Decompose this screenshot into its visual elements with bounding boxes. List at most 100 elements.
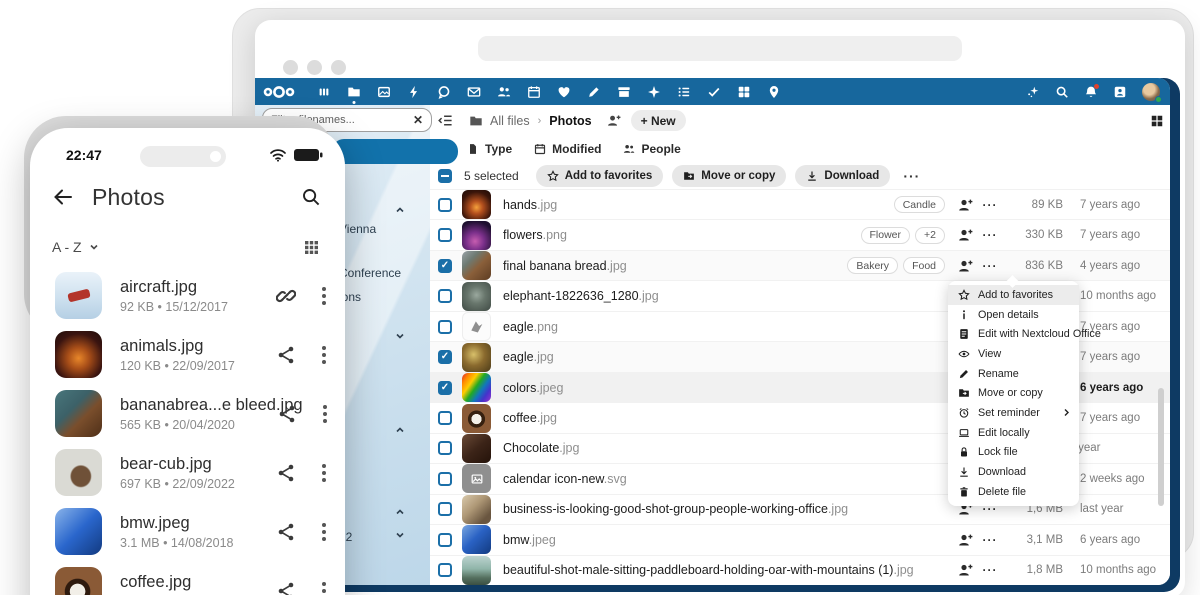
filter-type-chip[interactable]: Type (467, 142, 512, 156)
phone-file-row-bmw[interactable]: bmw.jpeg3.1 MB • 14/08/2018 (30, 502, 345, 561)
file-row-final-banana-bread[interactable]: final banana bread.jpg Bakery Food ··· 8… (430, 250, 1170, 280)
menu-item-add-to-favorites[interactable]: Add to favorites (948, 285, 1079, 305)
row-checkbox[interactable] (438, 289, 452, 303)
tag-chip[interactable]: Bakery (847, 257, 898, 274)
back-arrow-icon[interactable] (52, 186, 74, 208)
row-checkbox[interactable] (438, 320, 452, 334)
phone-file-row-bananabread[interactable]: bananabrea...e bleed.jpg565 KB • 20/04/2… (30, 384, 345, 443)
window-control-dot[interactable] (331, 60, 346, 75)
share-icon[interactable] (276, 581, 296, 595)
row-actions-menu-icon[interactable]: ··· (979, 563, 1001, 577)
select-all-checkbox[interactable] (438, 169, 452, 183)
share-icon[interactable] (277, 404, 297, 424)
phone-file-row-bear-cub[interactable]: bear-cub.jpg697 KB • 22/09/2022 (30, 443, 345, 502)
calendar-icon[interactable] (527, 85, 541, 99)
share-icon[interactable] (276, 522, 296, 542)
file-row-paddleboard[interactable]: beautiful-shot-male-sitting-paddleboard-… (430, 555, 1170, 585)
sort-dropdown[interactable]: A - Z (52, 239, 99, 255)
window-control-dot[interactable] (307, 60, 322, 75)
phone-file-row-animals[interactable]: animals.jpg120 KB • 22/09/2017 (30, 325, 345, 384)
menu-item-edit-locally[interactable]: Edit locally (948, 423, 1079, 443)
checks-icon[interactable] (707, 85, 721, 99)
row-checkbox[interactable] (438, 563, 452, 577)
assistant-icon[interactable] (1026, 85, 1040, 99)
menu-item-move-or-copy[interactable]: Move or copy (948, 383, 1079, 403)
activity-icon[interactable] (407, 85, 421, 99)
row-checkbox[interactable] (438, 350, 452, 364)
chevron-down-icon[interactable] (395, 530, 405, 540)
browser-url-bar[interactable] (478, 36, 962, 61)
phone-file-row-coffee[interactable]: coffee.jpg364 KB • 15/12/2017 (30, 561, 345, 595)
health-icon[interactable] (557, 85, 571, 99)
share-add-person-icon[interactable] (957, 562, 973, 578)
mail-icon[interactable] (467, 85, 481, 99)
move-or-copy-button[interactable]: Move or copy (672, 165, 786, 187)
maps-icon[interactable] (767, 85, 781, 99)
menu-item-edit-with-office[interactable]: Edit with Nextcloud Office (948, 324, 1079, 344)
list-scrollbar[interactable] (1158, 388, 1164, 506)
file-row-flowers[interactable]: flowers.png Flower +2 ··· 330 KB 7 years… (430, 219, 1170, 249)
more-options-kebab-icon[interactable] (322, 582, 327, 595)
row-checkbox[interactable] (438, 441, 452, 455)
nextcloud-logo[interactable] (263, 85, 295, 99)
add-to-favorites-button[interactable]: Add to favorites (536, 165, 664, 187)
row-checkbox[interactable] (438, 411, 452, 425)
menu-item-set-reminder[interactable]: Set reminder (948, 403, 1079, 423)
sidebar-item[interactable]: Conference (339, 266, 401, 280)
files-icon[interactable] (347, 85, 361, 99)
row-checkbox[interactable] (438, 228, 452, 242)
talk-icon[interactable] (437, 85, 451, 99)
row-checkbox[interactable] (438, 259, 452, 273)
phone-file-row-aircraft[interactable]: aircraft.jpg92 KB • 15/12/2017 (30, 266, 345, 325)
row-actions-menu-icon[interactable]: ··· (979, 198, 1001, 212)
chevron-up-icon[interactable] (395, 205, 405, 215)
clear-filter-icon[interactable]: ✕ (413, 113, 423, 127)
menu-item-delete-file[interactable]: Delete file (948, 482, 1079, 502)
avatar[interactable] (1142, 83, 1160, 101)
more-options-kebab-icon[interactable] (322, 464, 327, 482)
breadcrumb-all-files[interactable]: All files (490, 114, 530, 128)
grid-view-icon[interactable] (304, 240, 319, 255)
row-checkbox[interactable] (438, 381, 452, 395)
row-actions-menu-icon[interactable]: ··· (979, 533, 1001, 547)
menu-item-rename[interactable]: Rename (948, 364, 1079, 384)
share-icon[interactable] (276, 345, 296, 365)
filter-modified-chip[interactable]: Modified (534, 142, 601, 156)
row-checkbox[interactable] (438, 533, 452, 547)
notifications-bell-icon[interactable] (1084, 85, 1098, 99)
dashboard-icon[interactable] (317, 85, 331, 99)
tasks-icon[interactable] (677, 85, 691, 99)
more-options-kebab-icon[interactable] (323, 405, 327, 423)
link-icon[interactable] (276, 286, 296, 306)
row-actions-menu-icon[interactable]: ··· (979, 228, 1001, 242)
row-actions-menu-icon[interactable]: ··· (979, 259, 1001, 273)
share-add-person-icon[interactable] (957, 197, 973, 213)
photos-icon[interactable] (377, 85, 391, 99)
share-add-person-icon[interactable] (957, 227, 973, 243)
search-icon[interactable] (1055, 85, 1069, 99)
file-row-hands[interactable]: hands.jpg Candle ··· 89 KB 7 years ago (430, 189, 1170, 219)
menu-item-open-details[interactable]: Open details (948, 305, 1079, 325)
download-button[interactable]: Download (795, 165, 890, 187)
row-checkbox[interactable] (438, 198, 452, 212)
share-add-person-icon[interactable] (957, 258, 973, 274)
share-add-person-icon[interactable] (957, 532, 973, 548)
contacts-icon[interactable] (497, 85, 511, 99)
menu-item-lock-file[interactable]: Lock file (948, 443, 1079, 463)
window-control-dot[interactable] (283, 60, 298, 75)
contacts-menu-icon[interactable] (1113, 85, 1127, 99)
chevron-up-icon[interactable] (395, 507, 405, 517)
menu-item-download[interactable]: Download (948, 462, 1079, 482)
notes-icon[interactable] (587, 85, 601, 99)
filter-people-chip[interactable]: People (623, 142, 680, 156)
menu-item-view[interactable]: View (948, 344, 1079, 364)
search-icon[interactable] (301, 187, 321, 207)
tables-icon[interactable] (737, 85, 751, 99)
breadcrumb-current-folder[interactable]: Photos (549, 114, 591, 128)
chevron-up-icon[interactable] (395, 425, 405, 435)
more-options-kebab-icon[interactable] (322, 523, 327, 541)
selection-more-actions[interactable]: ··· (903, 168, 920, 184)
tag-chip-more[interactable]: +2 (915, 227, 945, 244)
more-options-kebab-icon[interactable] (322, 287, 327, 305)
share-icon[interactable] (276, 463, 296, 483)
